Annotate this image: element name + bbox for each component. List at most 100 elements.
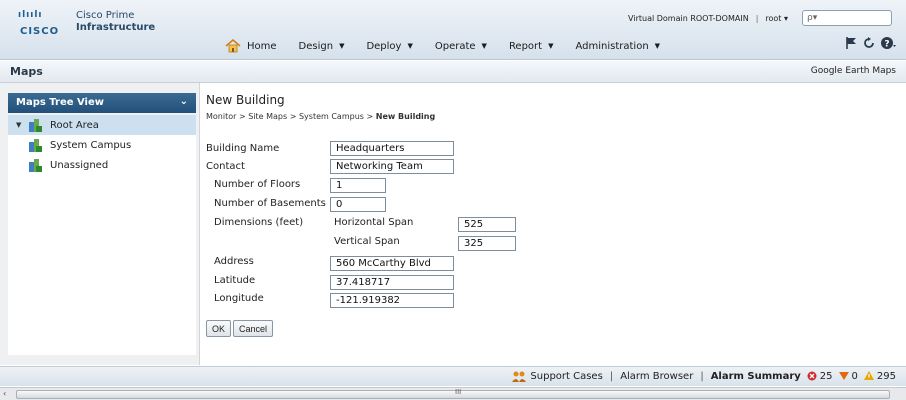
contact-input[interactable] (330, 159, 454, 174)
main-nav: Home Design ▼ Deploy ▼ Operate ▼ Report … (225, 36, 682, 56)
refresh-icon[interactable] (862, 36, 876, 50)
google-earth-maps-link[interactable]: Google Earth Maps (811, 66, 896, 76)
footer-separator: | (700, 370, 704, 382)
building-name-label: Building Name (206, 143, 280, 154)
floors-input[interactable] (330, 178, 386, 193)
expand-arrow-icon[interactable]: ▼ (16, 121, 28, 129)
search-icon[interactable]: ρ▾ (807, 13, 817, 23)
tree-item-unassigned[interactable]: Unassigned (8, 155, 196, 175)
breadcrumb-system-campus[interactable]: System Campus (299, 112, 364, 121)
address-label: Address (214, 256, 254, 267)
product-line1: Cisco Prime (76, 10, 135, 21)
basements-input[interactable] (330, 197, 386, 212)
new-building-form: New Building Monitor > Site Maps > Syste… (206, 83, 906, 365)
critical-alarm-value: 25 (819, 370, 833, 382)
basements-label: Number of Basements (214, 198, 326, 209)
form-title: New Building (206, 93, 285, 107)
chevron-down-icon: ▼ (339, 42, 345, 50)
horizontal-span-input[interactable] (458, 217, 516, 232)
latitude-input[interactable] (330, 275, 454, 290)
chevron-down-icon[interactable]: ⌄ (180, 96, 188, 107)
chevron-down-icon: ▼ (548, 42, 554, 50)
tree-item-label: Root Area (50, 119, 99, 131)
tree-item-label: System Campus (50, 139, 132, 151)
nav-operate[interactable]: Operate ▼ (435, 41, 487, 52)
top-utility-bar: Virtual Domain ROOT-DOMAIN | root ▾ ρ▾ (628, 8, 892, 28)
nav-administration[interactable]: Administration ▼ (575, 41, 660, 52)
floors-label: Number of Floors (214, 179, 301, 190)
building-icon (29, 138, 42, 152)
maps-tree-header[interactable]: Maps Tree View ⌄ (8, 93, 196, 113)
chevron-down-icon: ▼ (481, 42, 487, 50)
product-line2: Infrastructure (76, 22, 156, 33)
address-input[interactable] (330, 256, 454, 271)
horizontal-span-label: Horizontal Span (334, 217, 414, 228)
building-name-input[interactable] (330, 141, 454, 156)
alarm-summary-link[interactable]: Alarm Summary (711, 371, 801, 382)
breadcrumb-monitor[interactable]: Monitor (206, 112, 236, 121)
tree-item-root-area[interactable]: ▼ Root Area (8, 115, 196, 135)
support-cases-icon (512, 371, 527, 382)
maps-tree-title: Maps Tree View (16, 97, 105, 108)
critical-alarm-count[interactable]: 25 (807, 371, 833, 382)
app-header: ılıılı CISCO Cisco Prime Infrastructure … (0, 0, 906, 60)
major-alarm-value: 0 (851, 370, 858, 382)
nav-design-label: Design (298, 40, 334, 52)
nav-report-label: Report (508, 40, 543, 52)
minor-alarm-value: 295 (876, 370, 896, 382)
nav-home-label: Home (247, 40, 277, 52)
breadcrumb-separator: > (289, 112, 297, 121)
cancel-button[interactable]: Cancel (233, 320, 274, 337)
breadcrumb-separator: > (238, 112, 246, 121)
search-input[interactable]: ρ▾ (802, 10, 892, 26)
page-title: Maps (10, 65, 43, 78)
flag-icon[interactable] (844, 36, 858, 50)
product-name: Cisco Prime Infrastructure (76, 10, 155, 34)
status-footer: Support Cases | Alarm Browser | Alarm Su… (0, 366, 906, 386)
nav-design[interactable]: Design ▼ (299, 41, 345, 52)
longitude-input[interactable] (330, 293, 454, 308)
latitude-label: Latitude (214, 275, 256, 286)
support-cases-link[interactable]: Support Cases (530, 371, 602, 382)
scrollbar-grip-icon: III (455, 388, 462, 396)
left-panel: Maps Tree View ⌄ ▼ Root Area System Camp… (0, 83, 200, 365)
scroll-left-arrow-icon[interactable]: ‹ (3, 389, 6, 398)
cisco-logo: ılıılı CISCO Cisco Prime Infrastructure (18, 10, 155, 37)
vertical-span-label: Vertical Span (334, 236, 400, 247)
chevron-down-icon: ▼ (407, 42, 413, 50)
tree-item-system-campus[interactable]: System Campus (8, 135, 196, 155)
nav-administration-label: Administration (575, 40, 649, 52)
nav-report[interactable]: Report ▼ (509, 41, 554, 52)
nav-home[interactable]: Home (225, 39, 277, 53)
alarm-browser-link[interactable]: Alarm Browser (620, 371, 693, 382)
breadcrumb-site-maps[interactable]: Site Maps (248, 112, 287, 121)
breadcrumb: Monitor > Site Maps > System Campus > Ne… (206, 112, 435, 121)
breadcrumb-separator: > (366, 112, 374, 121)
major-alarm-count[interactable]: 0 (838, 370, 858, 382)
footer-separator: | (609, 370, 614, 382)
nav-operate-label: Operate (434, 40, 476, 52)
contact-label: Contact (206, 161, 245, 172)
header-icon-group: ? (844, 36, 896, 50)
scrollbar-thumb[interactable] (16, 390, 890, 399)
minor-alarm-icon (863, 371, 874, 380)
cisco-logo-word: CISCO (20, 26, 60, 37)
ok-button[interactable]: OK (206, 320, 232, 337)
user-menu[interactable]: root ▾ (765, 14, 788, 23)
dimensions-label: Dimensions (feet) (214, 217, 304, 228)
tree-item-label: Unassigned (50, 159, 109, 171)
vertical-span-input[interactable] (458, 236, 516, 251)
nav-deploy[interactable]: Deploy ▼ (366, 41, 412, 52)
svg-text:?: ? (884, 40, 889, 50)
breadcrumb-current: New Building (375, 112, 436, 121)
minor-alarm-count[interactable]: 295 (863, 370, 896, 382)
help-icon[interactable]: ? (880, 36, 896, 50)
virtual-domain-label[interactable]: Virtual Domain ROOT-DOMAIN (628, 14, 749, 23)
horizontal-scrollbar[interactable]: ‹ III (0, 387, 906, 400)
topbar-separator: | (755, 13, 759, 23)
chevron-down-icon: ▼ (654, 42, 661, 50)
building-icon (29, 118, 42, 132)
maps-tree: ▼ Root Area System Campus Unassigned (8, 115, 196, 355)
building-icon (29, 158, 42, 172)
major-alarm-icon (838, 372, 849, 380)
